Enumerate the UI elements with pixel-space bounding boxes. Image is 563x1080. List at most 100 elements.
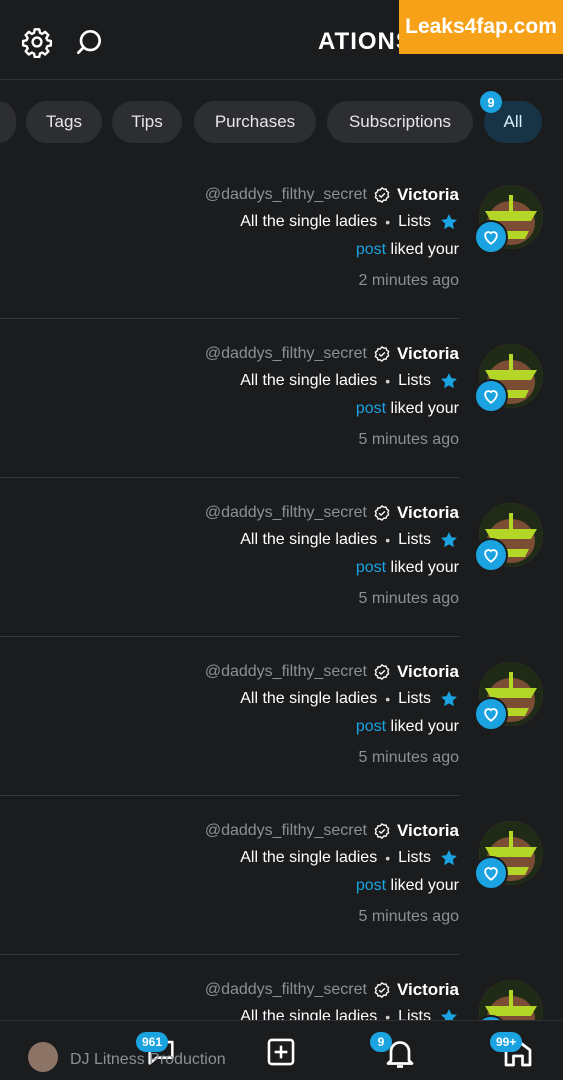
notification-item[interactable]: @daddys_filthy_secret Victoria All the s… — [0, 319, 563, 478]
heart-badge — [474, 697, 508, 731]
home-badge: 99+ — [490, 1032, 523, 1052]
list-label: Lists — [398, 213, 431, 230]
separator-dot: • — [385, 532, 391, 548]
notification-header: @daddys_filthy_secret Victoria — [205, 502, 459, 524]
notification-action: post liked your — [356, 718, 459, 736]
notification-action: post liked your — [356, 877, 459, 895]
star-icon — [441, 214, 457, 230]
action-text: liked your — [390, 241, 459, 258]
user-handle[interactable]: @daddys_filthy_secret — [205, 186, 367, 204]
user-name[interactable]: Victoria — [397, 980, 459, 1000]
list-label: Lists — [398, 690, 431, 707]
watermark-logo: Leaks4fap.com — [399, 0, 563, 54]
heart-icon — [484, 549, 498, 563]
separator-dot: • — [385, 214, 391, 230]
list-label: Lists — [398, 531, 431, 548]
search-icon[interactable] — [73, 26, 105, 58]
notification-header: @daddys_filthy_secret Victoria — [205, 661, 459, 683]
top-bar: ATIONS Leaks4fap.com — [0, 0, 563, 80]
verified-icon — [374, 822, 390, 840]
user-handle[interactable]: @daddys_filthy_secret — [205, 981, 367, 999]
user-name[interactable]: Victoria — [397, 503, 459, 523]
filter-subscriptions[interactable]: Subscriptions — [327, 101, 473, 143]
heart-icon — [484, 231, 498, 245]
user-name[interactable]: Victoria — [397, 821, 459, 841]
notification-item[interactable]: @daddys_filthy_secret Victoria All the s… — [0, 796, 563, 955]
verified-icon — [374, 981, 390, 999]
user-name[interactable]: Victoria — [397, 344, 459, 364]
heart-icon — [484, 867, 498, 881]
user-handle[interactable]: @daddys_filthy_secret — [205, 504, 367, 522]
filter-all-badge: 9 — [480, 91, 502, 113]
notification-item[interactable]: @daddys_filthy_secret Victoria All the s… — [0, 160, 563, 319]
list-info: All the single ladies • Lists — [240, 370, 459, 392]
list-name[interactable]: All the single ladies — [240, 690, 377, 708]
separator-dot: • — [385, 373, 391, 389]
list-info: All the single ladies • Lists — [240, 211, 459, 233]
user-avatar[interactable] — [28, 1042, 58, 1072]
verified-icon — [374, 345, 390, 363]
action-text: liked your — [390, 400, 459, 417]
notification-action: post liked your — [356, 559, 459, 577]
notification-item[interactable]: @daddys_filthy_secret Victoria All the s… — [0, 637, 563, 796]
heart-badge — [474, 538, 508, 572]
verified-icon — [374, 186, 390, 204]
post-link[interactable]: post — [356, 718, 386, 735]
separator-dot: • — [385, 850, 391, 866]
verified-icon — [374, 663, 390, 681]
notifications-badge: 9 — [370, 1032, 392, 1052]
notification-time: 5 minutes ago — [358, 749, 459, 766]
notification-time: 5 minutes ago — [358, 431, 459, 448]
action-text: liked your — [390, 559, 459, 576]
action-text: liked your — [390, 877, 459, 894]
notification-header: @daddys_filthy_secret Victoria — [205, 820, 459, 842]
list-name[interactable]: All the single ladies — [240, 213, 377, 231]
heart-badge — [474, 856, 508, 890]
post-link[interactable]: post — [356, 241, 386, 258]
profile-label[interactable]: DJ Litness Production — [70, 1051, 226, 1069]
list-label: Lists — [398, 372, 431, 389]
notification-header: @daddys_filthy_secret Victoria — [205, 343, 459, 365]
user-handle[interactable]: @daddys_filthy_secret — [205, 822, 367, 840]
notification-time: 2 minutes ago — [358, 272, 459, 289]
filter-purchases[interactable]: Purchases — [194, 101, 316, 143]
list-info: All the single ladies • Lists — [240, 688, 459, 710]
list-name[interactable]: All the single ladies — [240, 849, 377, 867]
list-info: All the single ladies • Lists — [240, 529, 459, 551]
notification-action: post liked your — [356, 241, 459, 259]
notification-header: @daddys_filthy_secret Victoria — [205, 184, 459, 206]
heart-icon — [484, 390, 498, 404]
star-icon — [441, 850, 457, 866]
messages-badge: 961 — [136, 1032, 169, 1052]
notification-action: post liked your — [356, 400, 459, 418]
heart-icon — [484, 708, 498, 722]
list-label: Lists — [398, 849, 431, 866]
notification-item[interactable]: @daddys_filthy_secret Victoria All the s… — [0, 478, 563, 637]
user-name[interactable]: Victoria — [397, 185, 459, 205]
filter-tags[interactable]: Tags — [26, 101, 102, 143]
list-name[interactable]: All the single ladies — [240, 531, 377, 549]
gear-icon[interactable] — [21, 26, 53, 58]
notification-header: @daddys_filthy_secret Victoria — [205, 979, 459, 1001]
post-link[interactable]: post — [356, 400, 386, 417]
notification-time: 5 minutes ago — [358, 590, 459, 607]
filter-pill-partial[interactable] — [0, 101, 16, 143]
post-link[interactable]: post — [356, 877, 386, 894]
add-post-icon[interactable] — [264, 1035, 298, 1069]
heart-badge — [474, 220, 508, 254]
star-icon — [441, 373, 457, 389]
notification-time: 5 minutes ago — [358, 908, 459, 925]
user-name[interactable]: Victoria — [397, 662, 459, 682]
action-text: liked your — [390, 718, 459, 735]
filter-tips[interactable]: Tips — [112, 101, 182, 143]
heart-badge — [474, 379, 508, 413]
separator-dot: • — [385, 691, 391, 707]
post-link[interactable]: post — [356, 559, 386, 576]
user-handle[interactable]: @daddys_filthy_secret — [205, 345, 367, 363]
star-icon — [441, 532, 457, 548]
user-handle[interactable]: @daddys_filthy_secret — [205, 663, 367, 681]
star-icon — [441, 691, 457, 707]
list-name[interactable]: All the single ladies — [240, 372, 377, 390]
verified-icon — [374, 504, 390, 522]
bottom-nav: 99+ 9 961 DJ Litness Production — [0, 1020, 563, 1080]
